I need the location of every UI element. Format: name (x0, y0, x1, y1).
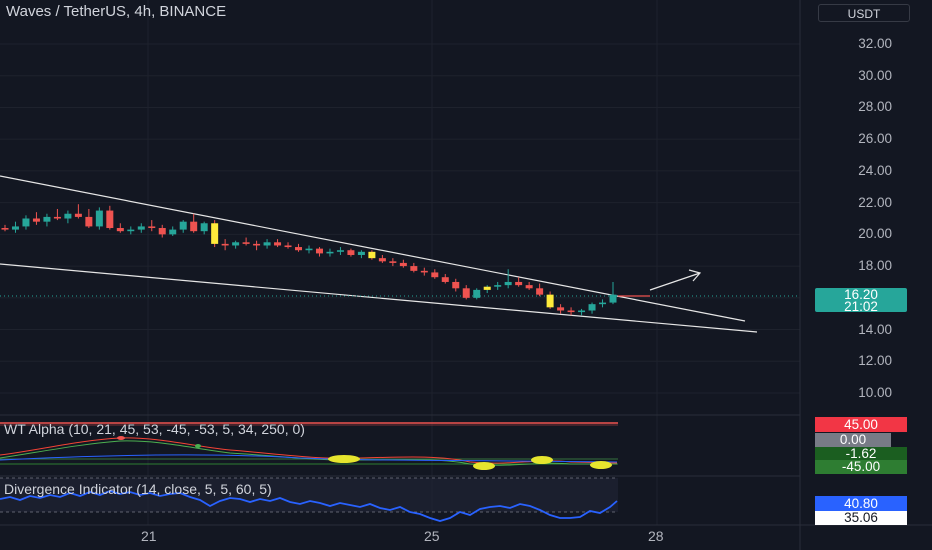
wt-alpha-title[interactable]: WT Alpha (10, 21, 45, 53, -45, -53, 5, 3… (4, 421, 305, 437)
wt-signal-marker (531, 456, 553, 464)
price-tick-label: 32.00 (858, 36, 892, 51)
wt-signal-marker (590, 461, 612, 469)
price-tick-label: 28.00 (858, 99, 892, 115)
wt-label-neg45-text: -45.00 (841, 459, 881, 474)
price-tick-label: 10.00 (858, 385, 892, 400)
time-label-25: 25 (424, 528, 440, 544)
wt-label-45-text: 45.00 (844, 417, 878, 432)
price-tick-label: 12.00 (858, 353, 892, 369)
price-tick-label: 18.00 (858, 258, 892, 274)
wt-signal-marker (473, 462, 495, 470)
time-label-21: 21 (141, 528, 157, 544)
price-tick-label: 20.00 (858, 226, 892, 242)
wt-cross-dot (195, 444, 201, 448)
candle (211, 220, 219, 248)
rsi-value: 40.80 (844, 496, 878, 511)
candle-countdown: 21:02 (844, 299, 878, 314)
time-label-28: 28 (648, 528, 664, 544)
candle (473, 288, 481, 300)
price-tick-label: 26.00 (858, 131, 892, 147)
price-tick-label: 24.00 (858, 162, 892, 178)
chart-background (0, 0, 932, 550)
wt-label-0-text: 0.00 (839, 432, 867, 447)
price-tick-label: 14.00 (858, 321, 892, 337)
price-tick-label: 30.00 (858, 67, 892, 83)
divergence-title[interactable]: Divergence Indicator (14, close, 5, 5, 6… (4, 481, 272, 497)
candle (95, 207, 103, 230)
price-chart[interactable] (0, 0, 932, 550)
rsi-level-value: 35.06 (844, 510, 878, 525)
currency-selector[interactable]: USDT (818, 4, 910, 22)
wt-signal-marker (328, 455, 360, 463)
price-tick-label: 22.00 (858, 194, 892, 210)
chart-title: Waves / TetherUS, 4h, BINANCE (6, 3, 227, 20)
